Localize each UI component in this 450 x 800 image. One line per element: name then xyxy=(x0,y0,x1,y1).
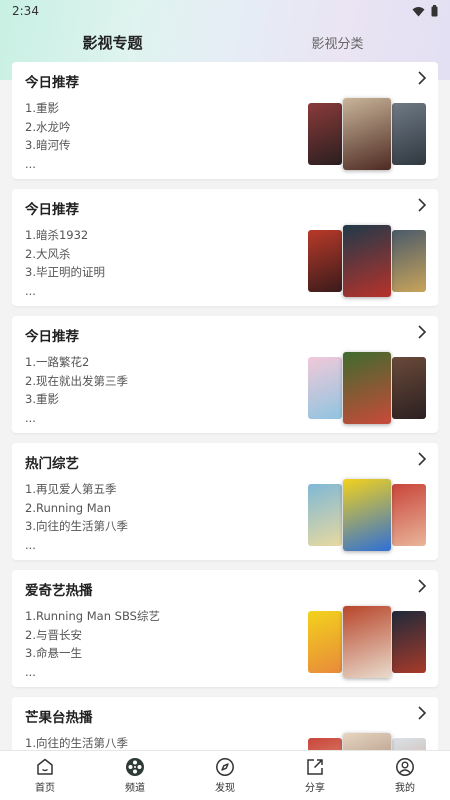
poster-thumbnail[interactable] xyxy=(392,230,426,292)
topic-card[interactable]: 今日推荐 1.暗杀1932 2.大风杀 3.毕正明的证明 ... xyxy=(12,189,438,306)
status-icons xyxy=(412,5,438,17)
card-title: 今日推荐 xyxy=(25,202,79,218)
list-item[interactable]: 1.再见爱人第五季 xyxy=(25,480,128,499)
tab-film-categories[interactable]: 影视分类 xyxy=(225,33,450,52)
card-item-list: 1.重影 2.水龙吟 3.暗河传 ... xyxy=(25,99,70,173)
list-item-more: ... xyxy=(25,664,36,679)
bottom-nav: 首页 频道 发现 分享 我的 xyxy=(0,750,450,800)
card-title: 今日推荐 xyxy=(25,329,79,345)
poster-stack[interactable] xyxy=(308,479,426,551)
card-title: 芒果台热播 xyxy=(25,710,93,726)
poster-thumbnail[interactable] xyxy=(308,611,342,673)
poster-thumbnail-featured[interactable] xyxy=(343,479,391,551)
nav-label: 分享 xyxy=(305,783,325,794)
card-item-list: 1.Running Man SBS综艺 2.与晋长安 3.命悬一生 ... xyxy=(25,607,160,681)
home-icon xyxy=(37,758,53,775)
topic-card[interactable]: 今日推荐 1.重影 2.水龙吟 3.暗河传 ... xyxy=(12,62,438,179)
nav-home[interactable]: 首页 xyxy=(0,751,90,800)
topic-card[interactable]: 爱奇艺热播 1.Running Man SBS综艺 2.与晋长安 3.命悬一生 … xyxy=(12,570,438,687)
poster-thumbnail[interactable] xyxy=(308,230,342,292)
poster-thumbnail[interactable] xyxy=(308,103,342,165)
poster-thumbnail[interactable] xyxy=(392,103,426,165)
topic-card[interactable]: 今日推荐 1.一路繁花2 2.现在就出发第三季 3.重影 ... xyxy=(12,316,438,433)
poster-stack[interactable] xyxy=(308,352,426,424)
card-title: 热门综艺 xyxy=(25,456,79,472)
nav-label: 频道 xyxy=(125,783,145,794)
list-item[interactable]: 3.暗河传 xyxy=(25,136,70,155)
status-bar: 2:34 xyxy=(0,0,450,22)
nav-label: 我的 xyxy=(395,783,415,794)
list-item-more: ... xyxy=(25,283,36,298)
topic-list[interactable]: 今日推荐 1.重影 2.水龙吟 3.暗河传 ... 今日推荐 1.暗杀1932 … xyxy=(12,62,438,750)
chevron-right-icon[interactable] xyxy=(416,706,428,720)
poster-stack[interactable] xyxy=(308,225,426,297)
list-item-more: ... xyxy=(25,156,36,171)
wifi-icon xyxy=(412,6,425,16)
chevron-right-icon[interactable] xyxy=(416,579,428,593)
topic-card[interactable]: 热门综艺 1.再见爱人第五季 2.Running Man 3.向往的生活第八季 … xyxy=(12,443,438,560)
list-item-more: ... xyxy=(25,410,36,425)
list-item[interactable]: 3.向往的生活第八季 xyxy=(25,517,128,536)
poster-stack[interactable] xyxy=(308,606,426,678)
card-item-list: 1.向往的生活第八季 xyxy=(25,734,128,750)
chevron-right-icon[interactable] xyxy=(416,71,428,85)
list-item[interactable]: 2.现在就出发第三季 xyxy=(25,372,128,391)
list-item[interactable]: 3.毕正明的证明 xyxy=(25,263,105,282)
card-title: 爱奇艺热播 xyxy=(25,583,93,599)
poster-thumbnail-featured[interactable] xyxy=(343,606,391,678)
list-item[interactable]: 2.水龙吟 xyxy=(25,118,70,137)
chevron-right-icon[interactable] xyxy=(416,198,428,212)
list-item[interactable]: 2.大风杀 xyxy=(25,245,105,264)
list-item[interactable]: 2.与晋长安 xyxy=(25,626,160,645)
nav-label: 首页 xyxy=(35,783,55,794)
poster-stack[interactable] xyxy=(308,98,426,170)
poster-thumbnail[interactable] xyxy=(392,357,426,419)
poster-thumbnail-featured[interactable] xyxy=(343,733,391,750)
poster-thumbnail-featured[interactable] xyxy=(343,225,391,297)
chevron-right-icon[interactable] xyxy=(416,325,428,339)
nav-mine[interactable]: 我的 xyxy=(360,751,450,800)
list-item[interactable]: 1.重影 xyxy=(25,99,70,118)
poster-thumbnail[interactable] xyxy=(308,484,342,546)
compass-icon xyxy=(216,758,234,776)
list-item[interactable]: 1.暗杀1932 xyxy=(25,226,105,245)
nav-channel[interactable]: 频道 xyxy=(90,751,180,800)
nav-label: 发现 xyxy=(215,783,235,794)
user-icon xyxy=(396,758,414,776)
list-item[interactable]: 3.重影 xyxy=(25,390,128,409)
share-icon xyxy=(307,759,323,775)
poster-thumbnail[interactable] xyxy=(392,738,426,750)
list-item[interactable]: 1.一路繁花2 xyxy=(25,353,128,372)
list-item[interactable]: 1.Running Man SBS综艺 xyxy=(25,607,160,626)
poster-thumbnail[interactable] xyxy=(392,484,426,546)
film-reel-icon xyxy=(126,758,144,776)
poster-thumbnail-featured[interactable] xyxy=(343,352,391,424)
list-item-more: ... xyxy=(25,537,36,552)
card-item-list: 1.一路繁花2 2.现在就出发第三季 3.重影 ... xyxy=(25,353,128,427)
poster-thumbnail[interactable] xyxy=(392,611,426,673)
card-item-list: 1.暗杀1932 2.大风杀 3.毕正明的证明 ... xyxy=(25,226,105,300)
poster-thumbnail[interactable] xyxy=(308,738,342,750)
poster-thumbnail-featured[interactable] xyxy=(343,98,391,170)
poster-thumbnail[interactable] xyxy=(308,357,342,419)
top-tabs: 影视专题 影视分类 xyxy=(0,28,450,56)
nav-discover[interactable]: 发现 xyxy=(180,751,270,800)
poster-stack[interactable] xyxy=(308,733,426,750)
battery-icon xyxy=(431,5,438,17)
list-item[interactable]: 2.Running Man xyxy=(25,499,128,518)
list-item[interactable]: 1.向往的生活第八季 xyxy=(25,734,128,750)
card-item-list: 1.再见爱人第五季 2.Running Man 3.向往的生活第八季 ... xyxy=(25,480,128,554)
tab-film-topics[interactable]: 影视专题 xyxy=(0,32,225,53)
nav-share[interactable]: 分享 xyxy=(270,751,360,800)
topic-card[interactable]: 芒果台热播 1.向往的生活第八季 xyxy=(12,697,438,750)
chevron-right-icon[interactable] xyxy=(416,452,428,466)
card-title: 今日推荐 xyxy=(25,75,79,91)
list-item[interactable]: 3.命悬一生 xyxy=(25,644,160,663)
status-time: 2:34 xyxy=(12,4,39,18)
